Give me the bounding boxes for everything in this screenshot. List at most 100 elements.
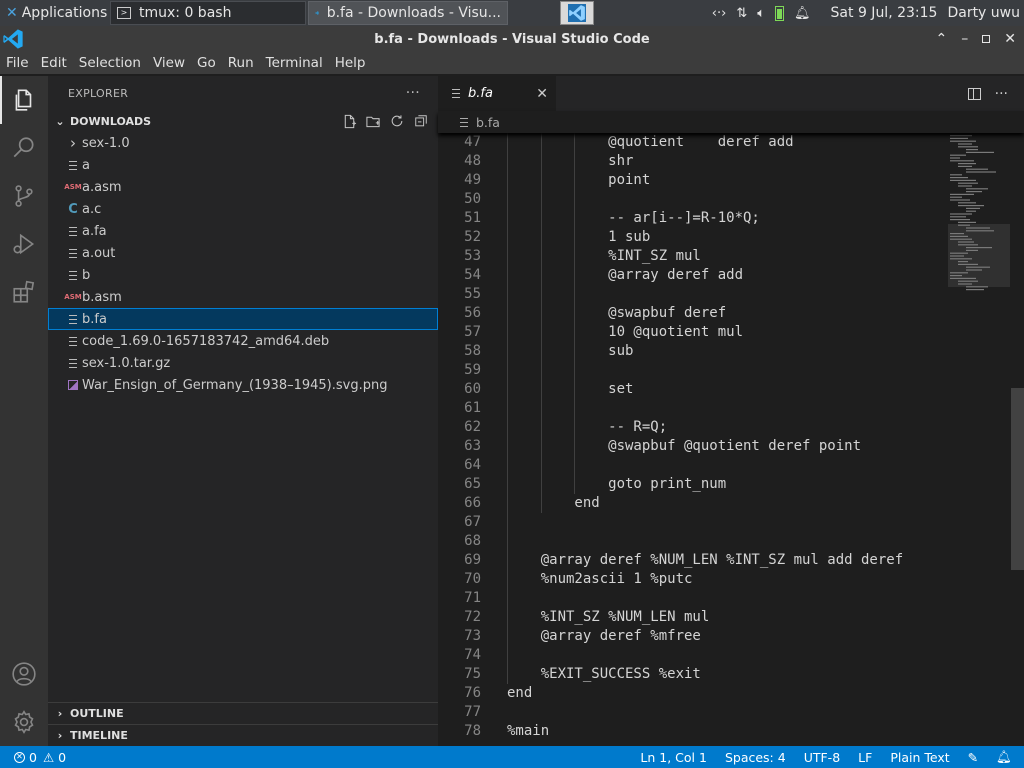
- extensions-button[interactable]: [0, 268, 48, 316]
- outline-panel-header[interactable]: › OUTLINE: [48, 702, 438, 724]
- breadcrumb-file[interactable]: b.fa: [476, 115, 500, 130]
- chevron-right-icon: ›: [57, 707, 63, 720]
- extensions-icon: [13, 280, 35, 303]
- minimap-line: [950, 160, 974, 162]
- tree-item[interactable]: b: [48, 264, 438, 286]
- code-line: 49 point: [438, 171, 948, 190]
- section-actions: [340, 112, 438, 130]
- menu-terminal[interactable]: Terminal: [266, 55, 323, 71]
- minimap-line: [950, 193, 974, 195]
- code-line: 75 %EXIT_SUCCESS %exit: [438, 665, 948, 684]
- file-lines-icon: [452, 89, 460, 98]
- minimap-line: [958, 202, 976, 204]
- explorer-button[interactable]: [0, 76, 48, 124]
- line-number: 56: [464, 305, 481, 321]
- clock[interactable]: Sat 9 Jul, 23:15: [831, 5, 938, 21]
- source-control-button[interactable]: [0, 172, 48, 220]
- feedback-icon[interactable]: ✎: [968, 750, 978, 765]
- indentation[interactable]: Spaces: 4: [725, 750, 786, 765]
- tree-item[interactable]: ASM b.asm: [48, 286, 438, 308]
- tree-item[interactable]: a.fa: [48, 220, 438, 242]
- battery-icon[interactable]: [775, 5, 785, 21]
- code-editor[interactable]: 47 @quotient deref add 48 shr 49 point 50 51…: [438, 133, 1024, 746]
- user-name[interactable]: Darty uwu: [947, 5, 1020, 21]
- line-number: 77: [464, 704, 481, 720]
- tree-item[interactable]: a: [48, 154, 438, 176]
- workspace-switcher[interactable]: [560, 1, 594, 25]
- encoding[interactable]: UTF-8: [804, 750, 840, 765]
- tree-item[interactable]: Ca.c: [48, 198, 438, 220]
- code-line: 59: [438, 361, 948, 380]
- taskbar-window-vscode[interactable]: b.fa - Downloads - Visu...: [308, 1, 508, 25]
- menu-file[interactable]: File: [6, 55, 29, 71]
- applications-menu[interactable]: ✕ Applications: [0, 1, 108, 25]
- minimap-line: [958, 185, 972, 187]
- tree-item[interactable]: b.fa: [48, 308, 438, 330]
- tree-item-label: a.c: [82, 201, 102, 217]
- tree-item[interactable]: ASM a.asm: [48, 176, 438, 198]
- close-button[interactable]: ✕: [1004, 31, 1016, 47]
- minimap-line: [966, 168, 988, 170]
- split-editor-icon[interactable]: [967, 87, 981, 100]
- notifications-bell-icon[interactable]: 🔔︎: [996, 749, 1012, 765]
- files-icon: [15, 89, 32, 111]
- cursor-position[interactable]: Ln 1, Col 1: [640, 750, 707, 765]
- new-folder-icon[interactable]: [364, 112, 382, 130]
- minimap-line: [950, 196, 962, 198]
- minimap-line: [950, 154, 966, 156]
- vscode-logo-icon: [3, 29, 23, 49]
- tree-item[interactable]: sex-1.0.tar.gz: [48, 352, 438, 374]
- search-button[interactable]: [0, 124, 48, 172]
- timeline-panel-header[interactable]: › TIMELINE: [48, 724, 438, 746]
- menu-run[interactable]: Run: [228, 55, 254, 71]
- minimap-line: [950, 177, 968, 179]
- tree-item[interactable]: War_Ensign_of_Germany_(1938–1945).svg.pn…: [48, 374, 438, 396]
- volume-icon[interactable]: 🔈︎: [757, 6, 765, 21]
- menu-view[interactable]: View: [153, 55, 185, 71]
- new-file-icon[interactable]: [340, 112, 358, 130]
- menu-edit[interactable]: Edit: [41, 55, 67, 71]
- warning-count: 0: [58, 749, 67, 765]
- code-line: 47 @quotient deref add: [438, 133, 948, 152]
- problems-indicator[interactable]: ✕ 0 ⚠ 0: [0, 750, 66, 765]
- network-icon[interactable]: ‹·›: [712, 6, 727, 21]
- line-number: 67: [464, 514, 481, 530]
- tree-item[interactable]: a.out: [48, 242, 438, 264]
- bell-icon[interactable]: 🔔︎: [794, 6, 811, 21]
- menu-help[interactable]: Help: [335, 55, 366, 71]
- accounts-button[interactable]: [0, 650, 48, 698]
- more-actions-icon[interactable]: ···: [995, 86, 1008, 102]
- line-text: shr: [507, 153, 634, 169]
- line-text: end: [507, 495, 600, 511]
- explorer-header: EXPLORER ···: [48, 76, 438, 110]
- language-mode[interactable]: Plain Text: [890, 750, 949, 765]
- downloads-section-header[interactable]: ⌄ DOWNLOADS: [48, 110, 438, 132]
- minimize-button[interactable]: –: [961, 31, 968, 47]
- line-text: %main: [507, 723, 550, 739]
- tab-b-fa[interactable]: b.fa ✕: [438, 76, 556, 111]
- taskbar-window-tmux[interactable]: > tmux: 0 bash: [110, 1, 306, 25]
- refresh-icon[interactable]: [388, 112, 406, 130]
- chevron-up-icon[interactable]: ⌃: [936, 31, 948, 47]
- manage-button[interactable]: [0, 698, 48, 746]
- menu-selection[interactable]: Selection: [79, 55, 141, 71]
- more-actions-icon[interactable]: ···: [406, 85, 420, 101]
- minimap-slider[interactable]: [948, 224, 1010, 287]
- vertical-scrollbar[interactable]: [1011, 388, 1024, 570]
- line-text: %num2ascii 1 %putc: [507, 571, 693, 587]
- end-of-line[interactable]: LF: [858, 750, 872, 765]
- run-debug-button[interactable]: [0, 220, 48, 268]
- transfer-icon[interactable]: ⇅: [736, 6, 747, 21]
- maximize-button[interactable]: [982, 35, 991, 43]
- menu-go[interactable]: Go: [197, 55, 216, 71]
- code-line: 72 %INT_SZ %NUM_LEN mul: [438, 608, 948, 627]
- collapse-all-icon[interactable]: [412, 112, 430, 130]
- tree-item[interactable]: code_1.69.0-1657183742_amd64.deb: [48, 330, 438, 352]
- minimap-line: [950, 174, 962, 176]
- line-number: 63: [464, 438, 481, 454]
- tree-item[interactable]: › sex-1.0: [48, 132, 438, 154]
- image-file-icon: [64, 380, 82, 390]
- code-line: 76 end: [438, 684, 948, 703]
- file-lines-icon: [460, 117, 468, 127]
- close-tab-icon[interactable]: ✕: [536, 86, 548, 102]
